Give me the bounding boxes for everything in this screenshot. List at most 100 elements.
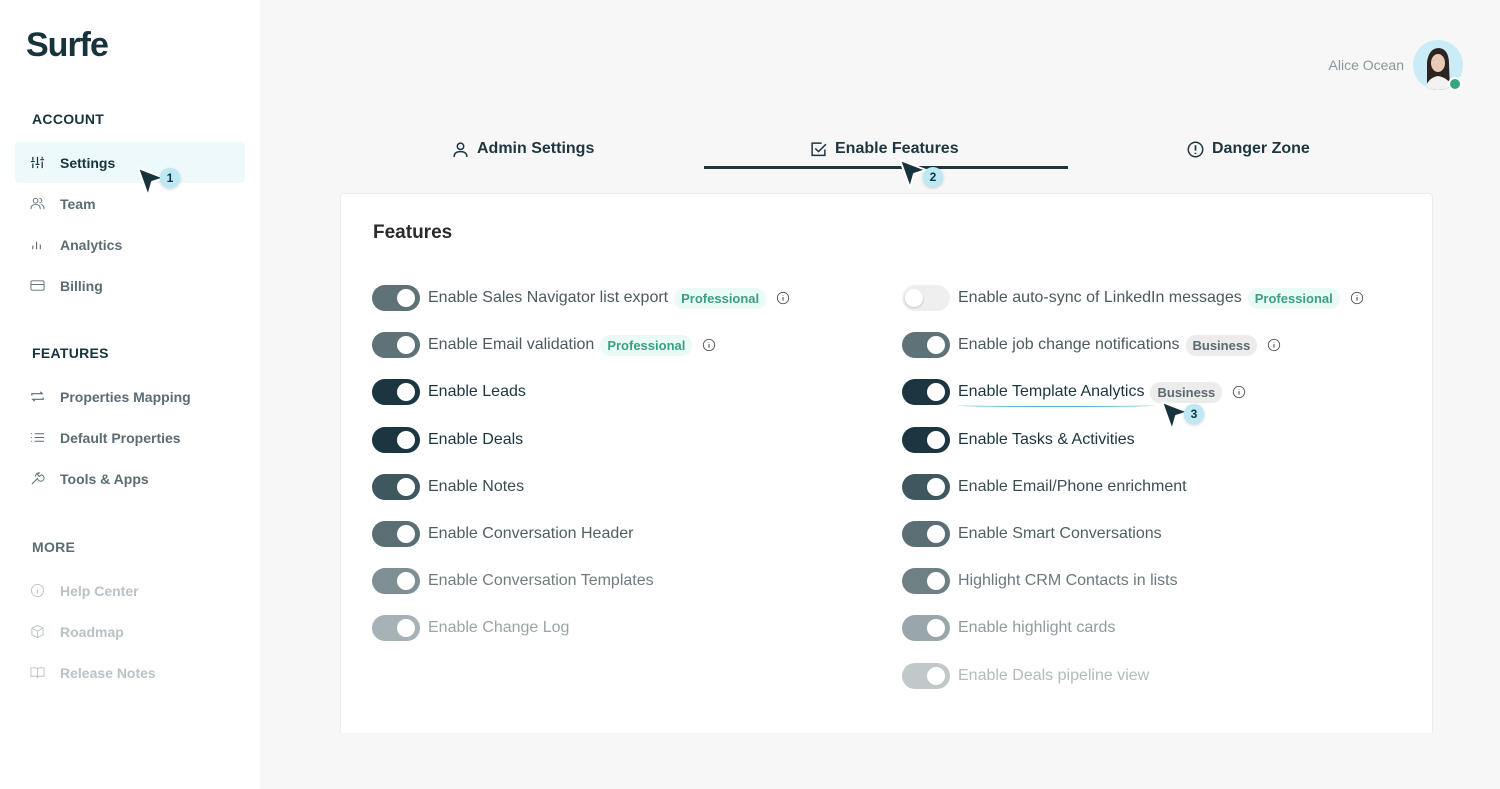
- sidebar: Surfe ACCOUNT Settings Team Analytics Billi…: [0, 0, 260, 789]
- step-number-badge: 1: [160, 168, 180, 188]
- wrench-icon: [31, 472, 45, 485]
- feature-row: Enable Conversation Templates: [372, 568, 654, 595]
- feature-label: Enable Notes: [428, 477, 525, 495]
- feature-toggle[interactable]: [372, 426, 420, 453]
- feature-label: Enable Template Analytics: [958, 383, 1145, 401]
- tab-label: Enable Features: [835, 140, 959, 157]
- feature-label: Enable Leads: [428, 383, 526, 401]
- sync-icon: [31, 391, 44, 402]
- feature-label: Enable Email validation: [428, 336, 595, 354]
- sidebar-item-default-properties[interactable]: Default Properties: [15, 417, 245, 458]
- sidebar-item-help-center[interactable]: Help Center: [15, 570, 245, 611]
- logo[interactable]: Surfe: [26, 26, 109, 65]
- sidebar-item-release-notes[interactable]: Release Notes: [15, 652, 245, 693]
- user-name[interactable]: Alice Ocean: [1329, 57, 1404, 73]
- sidebar-item-label: Roadmap: [60, 623, 124, 640]
- feature-toggle[interactable]: [902, 615, 950, 642]
- feature-label: Enable Tasks & Activities: [958, 430, 1135, 448]
- feature-row: Enable Email validation Professional: [372, 332, 716, 359]
- feature-row: Enable job change notifications Business: [902, 332, 1281, 359]
- sidebar-item-label: Default Properties: [60, 429, 181, 446]
- feature-toggle[interactable]: [902, 521, 950, 547]
- feature-label: Enable Deals pipeline view: [958, 666, 1150, 684]
- sliders-icon: [30, 156, 45, 169]
- sidebar-item-label: Help Center: [60, 582, 139, 599]
- sidebar-item-team[interactable]: Team: [15, 183, 245, 224]
- checkbox-icon: [811, 141, 827, 156]
- step-number-badge: 2: [923, 167, 943, 187]
- feature-label: Enable Conversation Header: [428, 525, 634, 542]
- plan-badge: Professional: [1247, 287, 1340, 309]
- sidebar-item-label: Settings: [60, 154, 116, 171]
- feature-row: Enable Leads: [372, 379, 526, 406]
- sidebar-item-label: Analytics: [60, 236, 123, 253]
- feature-row: Enable auto-sync of LinkedIn messages Pro…: [902, 285, 1364, 311]
- feature-row: Enable Conversation Header: [372, 521, 633, 547]
- feature-row: Enable Email/Phone enrichment: [902, 473, 1187, 500]
- info-icon[interactable]: [1350, 291, 1364, 305]
- sidebar-item-analytics[interactable]: Analytics: [15, 224, 245, 265]
- feature-toggle[interactable]: [372, 521, 420, 547]
- feature-row: Enable Tasks & Activities: [902, 426, 1135, 453]
- tab-enable-features[interactable]: Enable Features: [810, 138, 959, 160]
- info-icon[interactable]: [1267, 338, 1281, 352]
- feature-toggle[interactable]: [902, 426, 950, 453]
- feature-label: Enable job change notifications: [958, 336, 1180, 354]
- feature-toggle[interactable]: [372, 615, 420, 642]
- user-icon: [453, 141, 468, 157]
- tab-label: Danger Zone: [1212, 140, 1310, 157]
- sidebar-item-label: Team: [60, 195, 96, 212]
- plan-badge: Business: [1185, 334, 1258, 356]
- feature-label: Enable Change Log: [428, 619, 570, 637]
- tab-admin-settings[interactable]: Admin Settings: [452, 138, 594, 160]
- plan-badge: Professional: [674, 287, 767, 309]
- highlight-underline: [958, 404, 1154, 407]
- feature-label: Enable highlight cards: [958, 619, 1116, 637]
- section-more: MORE: [32, 539, 76, 555]
- list-icon: [30, 433, 45, 442]
- feature-toggle[interactable]: [902, 662, 950, 689]
- feature-toggle[interactable]: [372, 473, 420, 500]
- feature-toggle[interactable]: [372, 379, 420, 406]
- step-number-badge: 3: [1184, 404, 1204, 424]
- features-card: Features: [340, 193, 1433, 733]
- info-icon: [30, 583, 45, 598]
- info-icon[interactable]: [1232, 385, 1246, 399]
- sidebar-item-label: Tools & Apps: [60, 470, 149, 487]
- feature-toggle[interactable]: [902, 332, 950, 359]
- feature-toggle[interactable]: [372, 332, 420, 359]
- section-account: ACCOUNT: [32, 111, 105, 127]
- feature-label: Enable Deals: [428, 430, 524, 448]
- feature-row: Enable Deals pipeline view: [902, 662, 1150, 689]
- info-icon[interactable]: [702, 338, 716, 352]
- feature-label: Enable Smart Conversations: [958, 525, 1162, 542]
- feature-toggle[interactable]: [372, 285, 420, 311]
- tab-label: Admin Settings: [477, 140, 595, 157]
- feature-toggle[interactable]: [902, 285, 950, 311]
- credit-card-icon: [30, 280, 45, 291]
- box-icon: [31, 624, 44, 639]
- feature-toggle[interactable]: [372, 568, 420, 595]
- features-title: Features: [373, 222, 453, 243]
- sidebar-item-label: Release Notes: [60, 664, 156, 681]
- sidebar-item-billing[interactable]: Billing: [15, 265, 245, 306]
- feature-row: Enable Sales Navigator list export Profes…: [372, 285, 790, 311]
- feature-toggle[interactable]: [902, 473, 950, 500]
- active-tab-indicator: [704, 166, 1068, 169]
- feature-label: Highlight CRM Contacts in lists: [958, 572, 1178, 590]
- feature-row: Enable highlight cards: [902, 615, 1116, 642]
- sidebar-item-label: Billing: [60, 277, 103, 294]
- info-icon[interactable]: [776, 291, 790, 305]
- feature-row: Enable Deals: [372, 426, 524, 453]
- feature-toggle[interactable]: [902, 379, 950, 406]
- sidebar-item-properties-mapping[interactable]: Properties Mapping: [15, 376, 245, 417]
- book-icon: [30, 667, 45, 679]
- feature-row: Enable Smart Conversations: [902, 521, 1162, 547]
- sidebar-item-tools-apps[interactable]: Tools & Apps: [15, 458, 245, 499]
- feature-toggle[interactable]: [902, 568, 950, 595]
- feature-label: Enable auto-sync of LinkedIn messages: [958, 289, 1242, 306]
- sidebar-item-roadmap[interactable]: Roadmap: [15, 611, 245, 652]
- users-icon: [30, 197, 45, 210]
- sidebar-item-settings[interactable]: Settings: [15, 142, 245, 183]
- tab-danger-zone[interactable]: Danger Zone: [1187, 138, 1310, 160]
